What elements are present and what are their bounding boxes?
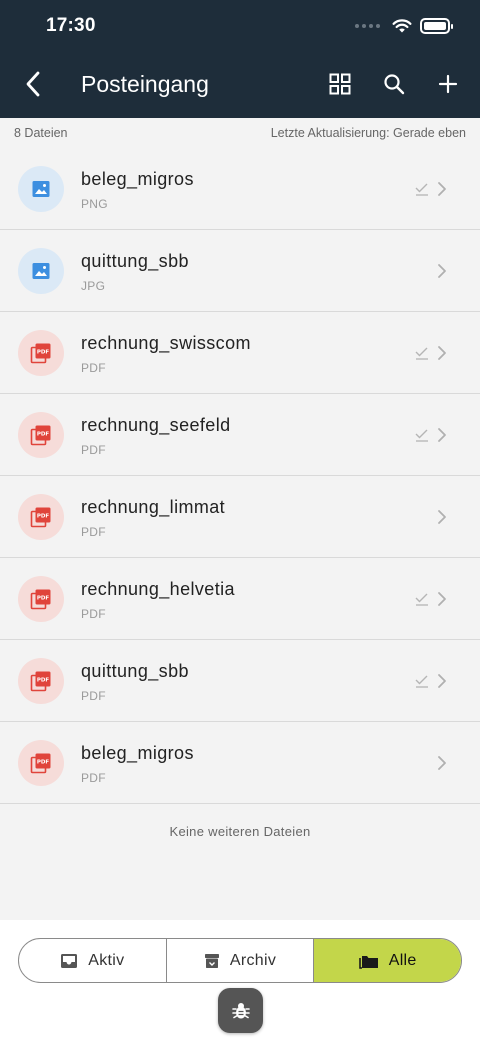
check-icon [414, 181, 430, 197]
file-row[interactable]: PDF rechnung_seefeld PDF [0, 394, 480, 476]
segment-label: Alle [388, 951, 417, 969]
chevron-right-icon [436, 509, 448, 525]
file-name: beleg_migros [81, 169, 194, 189]
list-meta: 8 Dateien Letzte Aktualisierung: Gerade … [0, 118, 480, 148]
file-name: rechnung_limmat [81, 497, 226, 517]
add-button[interactable] [430, 66, 466, 102]
pdf-icon: PDF [30, 343, 51, 364]
last-update: Letzte Aktualisierung: Gerade eben [270, 126, 466, 140]
debug-button[interactable] [218, 988, 263, 1033]
wifi-icon [392, 19, 412, 33]
chevron-right-icon [436, 181, 448, 197]
empty-note: Keine weiteren Dateien [169, 824, 311, 839]
chevron-right-icon [436, 673, 448, 689]
check-icon [414, 591, 430, 607]
svg-text:PDF: PDF [37, 350, 50, 356]
pdf-file-icon: PDF [18, 330, 64, 376]
file-row[interactable]: quittung_sbb JPG [0, 230, 480, 312]
check-icon [414, 345, 430, 361]
top-bar: 17:30 Posteingang [0, 0, 480, 118]
segment-alle[interactable]: Alle [314, 939, 461, 982]
segment-aktiv[interactable]: Aktiv [19, 939, 167, 982]
file-row[interactable]: PDF beleg_migros PDF [0, 722, 480, 804]
archive-icon [204, 953, 220, 969]
page-title: Posteingang [81, 71, 209, 97]
file-type: PDF [81, 443, 106, 457]
pdf-icon: PDF [30, 589, 51, 610]
chevron-right-icon [436, 755, 448, 771]
svg-text:PDF: PDF [37, 596, 50, 602]
file-name: beleg_migros [81, 743, 194, 763]
check-icon [414, 427, 430, 443]
chevron-right-icon [436, 263, 448, 279]
file-type: JPG [81, 279, 106, 293]
file-type: PDF [81, 361, 106, 375]
segment-label: Archiv [229, 951, 277, 969]
back-button[interactable] [18, 66, 48, 102]
chevron-left-icon [26, 71, 40, 97]
filter-segmented-control: Aktiv Archiv Alle [18, 938, 462, 983]
nav-actions [322, 66, 466, 102]
image-icon [32, 181, 50, 197]
image-icon [32, 263, 50, 279]
pdf-file-icon: PDF [18, 576, 64, 622]
file-name: rechnung_seefeld [81, 415, 231, 435]
pdf-icon: PDF [30, 671, 51, 692]
file-row[interactable]: PDF rechnung_helvetia PDF [0, 558, 480, 640]
chevron-right-icon [436, 427, 448, 443]
svg-text:PDF: PDF [37, 432, 50, 438]
segment-archiv[interactable]: Archiv [167, 939, 315, 982]
file-type: PNG [81, 197, 108, 211]
file-name: quittung_sbb [81, 661, 189, 681]
search-icon [384, 74, 405, 95]
bottom-bar: Aktiv Archiv Alle [0, 920, 480, 1039]
file-type: PDF [81, 689, 106, 703]
bug-icon [231, 1002, 250, 1018]
battery-icon [420, 18, 453, 34]
grid-icon [329, 73, 351, 95]
file-name: quittung_sbb [81, 251, 189, 271]
file-row[interactable]: beleg_migros PNG [0, 148, 480, 230]
grid-view-button[interactable] [322, 66, 358, 102]
inbox-icon [60, 953, 78, 969]
pdf-file-icon: PDF [18, 412, 64, 458]
pdf-file-icon: PDF [18, 740, 64, 786]
status-time: 17:30 [46, 15, 96, 36]
pdf-file-icon: PDF [18, 494, 64, 540]
pdf-icon: PDF [30, 425, 51, 446]
pdf-icon: PDF [30, 753, 51, 774]
file-type: PDF [81, 771, 106, 785]
svg-text:PDF: PDF [37, 760, 50, 766]
status-icons [355, 18, 453, 34]
file-count: 8 Dateien [14, 126, 68, 140]
check-icon [414, 673, 430, 689]
plus-icon [438, 74, 458, 94]
file-type: PDF [81, 607, 106, 621]
pdf-icon: PDF [30, 507, 51, 528]
chevron-right-icon [436, 591, 448, 607]
svg-text:PDF: PDF [37, 678, 50, 684]
chevron-right-icon [436, 345, 448, 361]
file-row[interactable]: PDF rechnung_limmat PDF [0, 476, 480, 558]
file-type: PDF [81, 525, 106, 539]
segment-label: Aktiv [88, 951, 125, 969]
svg-text:PDF: PDF [37, 514, 50, 520]
image-file-icon [18, 166, 64, 212]
file-row[interactable]: PDF quittung_sbb PDF [0, 640, 480, 722]
file-name: rechnung_helvetia [81, 579, 235, 599]
file-list: beleg_migros PNG quittung_sbb JPG PDF rechnun… [0, 148, 480, 804]
file-row[interactable]: PDF rechnung_swisscom PDF [0, 312, 480, 394]
pdf-file-icon: PDF [18, 658, 64, 704]
image-file-icon [18, 248, 64, 294]
file-name: rechnung_swisscom [81, 333, 251, 353]
folder-icon [358, 953, 379, 969]
signal-icon [355, 24, 380, 28]
search-button[interactable] [376, 66, 412, 102]
